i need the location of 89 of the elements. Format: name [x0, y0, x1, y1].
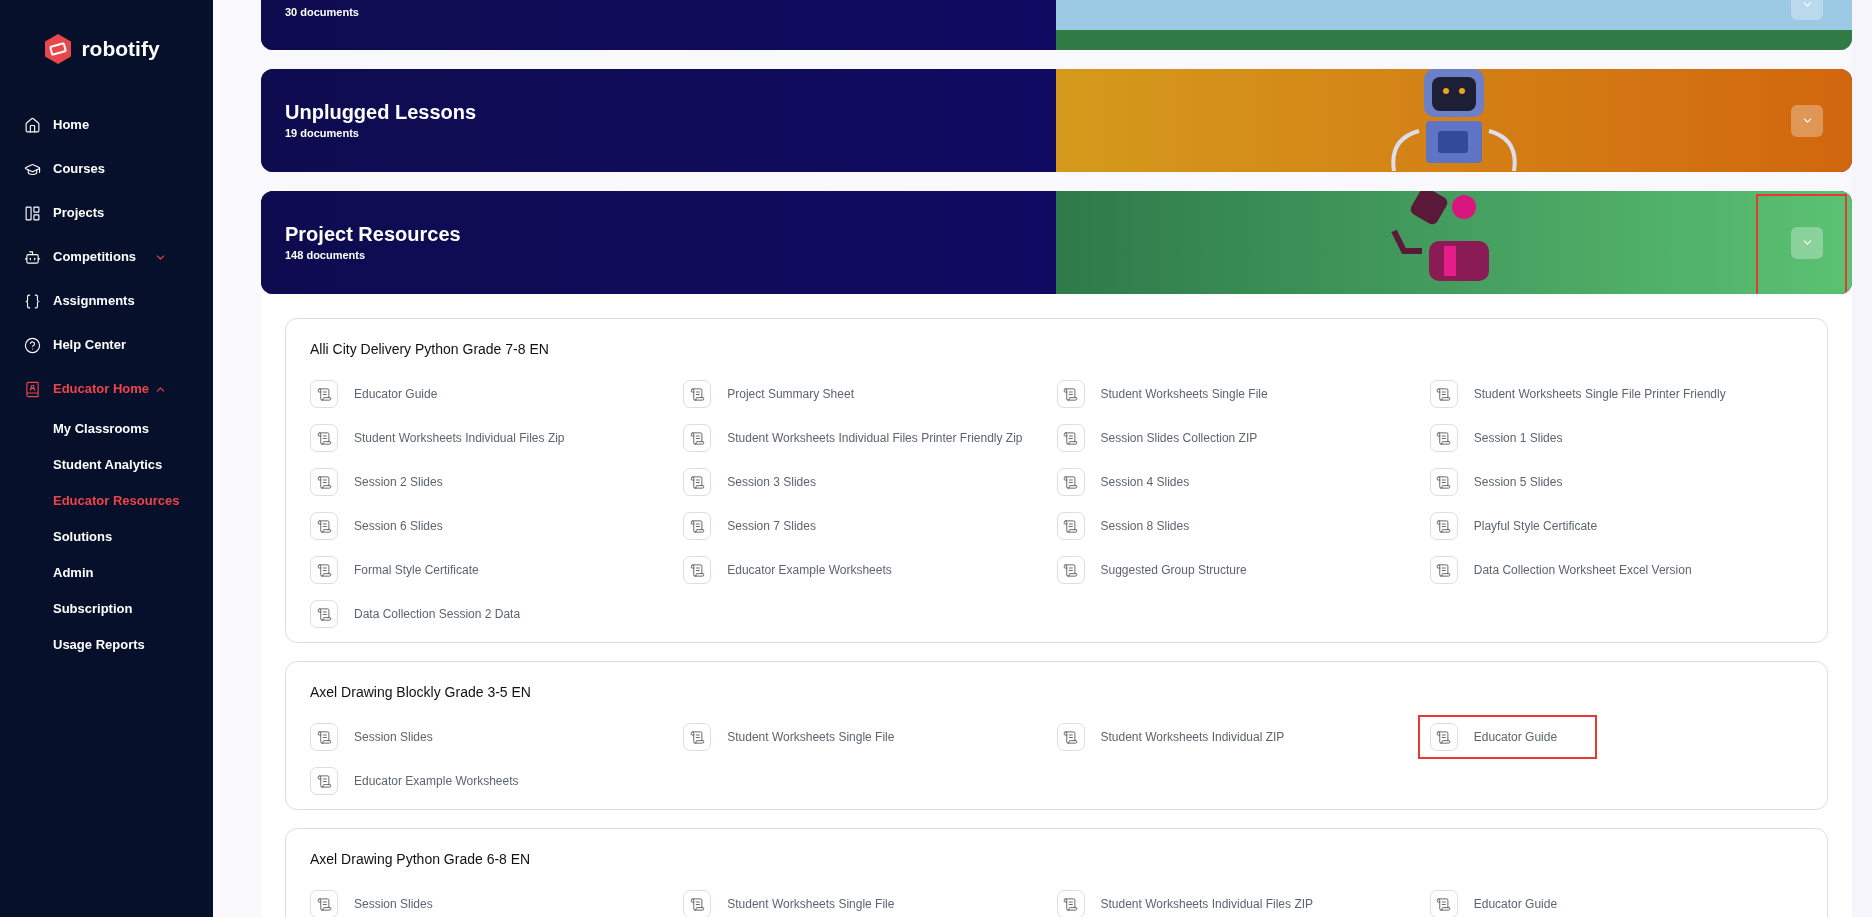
document-icon	[310, 468, 338, 496]
document-link[interactable]: Session 4 Slides	[1056, 460, 1228, 504]
document-link[interactable]: Session 2 Slides	[310, 460, 481, 504]
expand-button[interactable]	[1791, 226, 1823, 259]
document-icon	[1056, 556, 1085, 584]
document-link[interactable]: Suggested Group Structure	[1056, 548, 1285, 592]
document-link[interactable]: Playful Style Certificate	[1429, 504, 1636, 548]
document-icon	[1429, 556, 1458, 584]
document-link[interactable]: Educator Guide	[310, 372, 476, 416]
nav-icon	[24, 380, 41, 398]
document-link[interactable]: Student Worksheets Individual Files Zip	[310, 416, 603, 460]
document-link[interactable]: Student Worksheets Single File	[683, 882, 933, 917]
project-title: Axel Drawing Blockly Grade 3-5 EN	[310, 683, 532, 702]
document-link[interactable]: Student Worksheets Single File	[1056, 372, 1306, 416]
category-banner[interactable]: 30 documents	[261, 0, 1852, 50]
document-link[interactable]: Session 1 Slides	[1429, 416, 1601, 460]
document-link[interactable]: Educator Guide	[1417, 715, 1598, 759]
document-icon	[1056, 512, 1085, 540]
logo-icon	[43, 33, 74, 65]
document-link[interactable]: Session Slides	[310, 715, 471, 759]
document-icon	[683, 556, 712, 584]
sidebar-subitem[interactable]: Usage Reports	[0, 627, 213, 663]
document-icon	[683, 380, 712, 408]
document-link[interactable]: Session 6 Slides	[310, 504, 481, 548]
document-link[interactable]: Student Worksheets Individual Files ZIP	[1056, 882, 1352, 917]
document-icon	[1056, 723, 1085, 751]
document-icon	[683, 512, 712, 540]
document-icon	[310, 723, 338, 751]
sidebar-item[interactable]: Help Center	[0, 323, 213, 367]
sidebar-item[interactable]: Projects	[0, 191, 213, 235]
document-link[interactable]: Data Collection Session 2 Data	[310, 592, 559, 636]
nav-icon	[24, 204, 41, 222]
document-icon	[310, 600, 338, 628]
document-link[interactable]: Project Summary Sheet	[683, 372, 892, 416]
document-link[interactable]: Student Worksheets Single File	[683, 715, 933, 759]
document-icon	[1429, 424, 1458, 452]
document-icon	[683, 468, 712, 496]
category-banner[interactable]: Project Resources 148 documents	[261, 191, 1852, 294]
nav-icon	[24, 336, 41, 354]
document-icon	[1429, 512, 1458, 540]
sidebar-item[interactable]: Educator Home	[0, 367, 213, 411]
project-title: Alli City Delivery Python Grade 7-8 EN	[310, 340, 550, 359]
document-icon	[310, 556, 338, 584]
sidebar-subitem[interactable]: My Classrooms	[0, 411, 213, 447]
document-link[interactable]: Educator Example Worksheets	[683, 548, 930, 592]
document-link[interactable]: Session Slides	[310, 882, 471, 917]
document-icon	[310, 512, 338, 540]
document-icon	[1056, 468, 1085, 496]
document-icon	[683, 424, 712, 452]
document-count: 19 documents	[285, 126, 360, 142]
sidebar-item[interactable]: Competitions	[0, 235, 213, 279]
document-link[interactable]: Educator Guide	[1429, 882, 1596, 917]
document-link[interactable]: Student Worksheets Individual ZIP	[1056, 715, 1323, 759]
nav-icon	[24, 248, 41, 266]
sidebar-item[interactable]: Courses	[0, 147, 213, 191]
document-icon	[1429, 380, 1458, 408]
category-banner[interactable]: Unplugged Lessons 19 documents	[261, 69, 1852, 172]
document-icon	[1429, 723, 1458, 751]
document-link[interactable]: Session 3 Slides	[683, 460, 854, 504]
document-icon	[1429, 468, 1458, 496]
document-link[interactable]: Formal Style Certificate	[310, 548, 517, 592]
sidebar-item[interactable]: Assignments	[0, 279, 213, 323]
project-title: Axel Drawing Python Grade 6-8 EN	[310, 850, 532, 869]
nav-icon	[24, 292, 41, 310]
document-icon	[310, 767, 338, 795]
document-icon	[1056, 424, 1085, 452]
banner-title: Project Resources	[285, 222, 462, 248]
banner-title: Unplugged Lessons	[285, 100, 478, 126]
expand-button[interactable]	[1791, 104, 1823, 137]
sidebar-item[interactable]: Home	[0, 103, 213, 147]
sidebar-subitem[interactable]: Educator Resources	[0, 483, 213, 519]
nav-icon	[24, 116, 41, 134]
document-icon	[1056, 380, 1085, 408]
document-icon	[310, 380, 338, 408]
document-link[interactable]: Session 7 Slides	[683, 504, 854, 548]
document-icon	[310, 424, 338, 452]
document-link[interactable]: Educator Example Worksheets	[310, 759, 557, 803]
sidebar-subitem[interactable]: Student Analytics	[0, 447, 213, 483]
document-icon	[683, 723, 712, 751]
document-link[interactable]: Data Collection Worksheet Excel Version	[1429, 548, 1730, 592]
sidebar-subitem[interactable]: Solutions	[0, 519, 213, 555]
sidebar-subitem[interactable]: Subscription	[0, 591, 213, 627]
document-link[interactable]: Session 5 Slides	[1429, 460, 1601, 504]
sidebar-subitem[interactable]: Admin	[0, 555, 213, 591]
document-count: 30 documents	[285, 4, 360, 20]
document-link[interactable]: Session 8 Slides	[1056, 504, 1228, 548]
document-count: 148 documents	[285, 248, 367, 264]
document-link[interactable]: Student Worksheets Single File Printer Friendly	[1429, 372, 1764, 416]
logo-text: robotify	[81, 36, 160, 63]
